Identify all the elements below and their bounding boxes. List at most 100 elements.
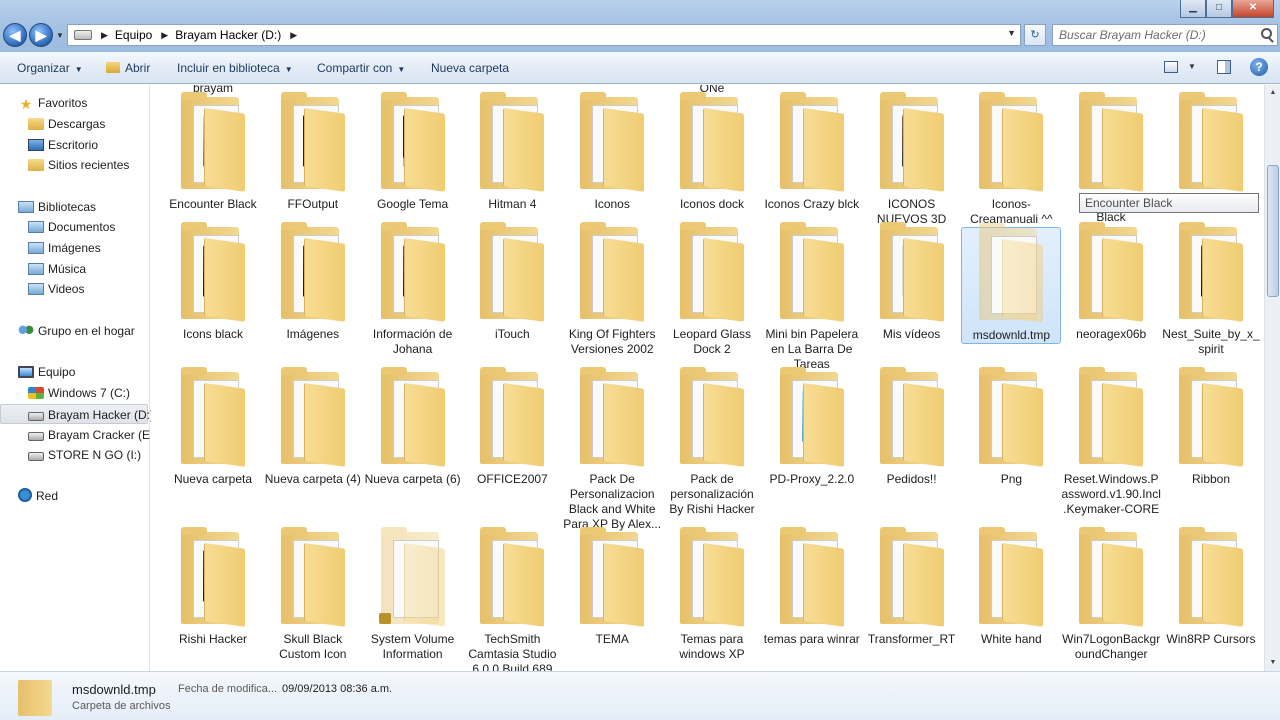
- folder-item[interactable]: Nest_Suite_by_x_spirit: [1161, 222, 1261, 357]
- nav-homegroup[interactable]: Grupo en el hogar: [18, 321, 135, 341]
- folder-item[interactable]: PD-Proxy_2.2.0: [762, 367, 862, 487]
- folder-label: Rishi Hacker: [178, 632, 247, 646]
- folder-item[interactable]: Reset.Windows.Password.v1.90.Incl.Keymak…: [1061, 367, 1161, 517]
- folder-icon: [680, 92, 744, 192]
- folder-item[interactable]: neoragex06b: [1061, 222, 1161, 342]
- nav-music[interactable]: Música: [28, 259, 86, 279]
- folder-item[interactable]: Encounter Black: [163, 92, 263, 212]
- close-button[interactable]: ✕: [1232, 0, 1274, 18]
- nav-drive-i[interactable]: STORE N GO (I:): [28, 445, 141, 465]
- folder-item[interactable]: Nueva carpeta (4): [263, 367, 363, 487]
- folder-item[interactable]: Iconos: [562, 92, 662, 212]
- folder-item[interactable]: Información de Johana: [363, 222, 463, 357]
- nav-videos[interactable]: Videos: [28, 279, 84, 299]
- folder-label: White hand: [981, 632, 1042, 646]
- folder-item[interactable]: Rishi Hacker: [163, 527, 263, 647]
- recent-pages-dropdown[interactable]: ▼: [56, 31, 64, 40]
- folder-icon: [280, 527, 345, 627]
- change-view-icon[interactable]: [1164, 61, 1178, 73]
- share-button[interactable]: Compartir con ▼: [317, 61, 405, 75]
- folder-item[interactable]: Pack De Personalizacion Black and White …: [562, 367, 662, 532]
- folder-icon: [979, 92, 1044, 192]
- folder-item[interactable]: White hand: [961, 527, 1061, 647]
- modified-label: Fecha de modifica...: [178, 683, 278, 695]
- vertical-scrollbar[interactable]: ▲ ▼: [1264, 85, 1280, 671]
- folder-item[interactable]: FFOutput: [263, 92, 363, 212]
- nav-favorites[interactable]: ★ Favoritos: [18, 93, 88, 113]
- forward-button[interactable]: ▶: [29, 23, 53, 47]
- folder-item[interactable]: Png: [961, 367, 1061, 487]
- breadcrumb-computer[interactable]: Equipo: [115, 28, 152, 42]
- folder-item[interactable]: King Of Fighters Versiones 2002: [562, 222, 662, 357]
- scroll-up-icon[interactable]: ▲: [1266, 85, 1280, 101]
- folder-item[interactable]: Ribbon: [1161, 367, 1261, 487]
- nav-network[interactable]: Red: [18, 486, 58, 506]
- folder-item[interactable]: Win7LogonBackgroundChanger: [1061, 527, 1161, 662]
- new-folder-button[interactable]: Nueva carpeta: [431, 61, 509, 75]
- search-icon[interactable]: [1261, 28, 1272, 39]
- folder-item[interactable]: msdownld.tmp: [961, 223, 1062, 344]
- folder-item[interactable]: Pedidos!!: [862, 367, 962, 487]
- network-icon: [18, 488, 32, 502]
- chevron-right-icon[interactable]: ▶: [161, 30, 168, 41]
- chevron-right-icon[interactable]: ▶: [290, 30, 297, 41]
- folder-item[interactable]: Pack de personalización By Rishi Hacker: [662, 367, 762, 517]
- organize-button[interactable]: Organizar ▼: [17, 61, 83, 75]
- folder-icon: [181, 527, 245, 627]
- refresh-button[interactable]: ↻: [1024, 24, 1046, 46]
- folder-item[interactable]: Skull Black Custom Icon: [263, 527, 363, 662]
- maximize-button[interactable]: □: [1206, 0, 1232, 18]
- folder-label: Hitman 4: [488, 197, 537, 211]
- folder-item[interactable]: Hitman 4: [462, 92, 562, 212]
- nav-drive-e[interactable]: Brayam Cracker (E:): [28, 425, 157, 445]
- folder-item[interactable]: Transformer_RT: [862, 527, 962, 647]
- scroll-down-icon[interactable]: ▼: [1266, 655, 1280, 671]
- folder-item[interactable]: Mis vídeos: [862, 222, 962, 342]
- folder-item[interactable]: TechSmith Camtasia Studio 6.0.0 Build 68…: [462, 527, 562, 671]
- folder-item[interactable]: Imágenes: [263, 222, 363, 342]
- nav-downloads[interactable]: Descargas: [28, 114, 105, 134]
- chevron-right-icon[interactable]: ▶: [101, 30, 108, 41]
- nav-images[interactable]: Imágenes: [28, 238, 101, 258]
- folder-item[interactable]: TEMA: [562, 527, 662, 647]
- address-dropdown-icon[interactable]: ▼: [1007, 28, 1016, 38]
- folder-item[interactable]: iTouch: [462, 222, 562, 342]
- scrollbar-thumb[interactable]: [1267, 165, 1279, 297]
- folder-item[interactable]: Iconos dock: [662, 92, 762, 212]
- nav-recent[interactable]: Sitios recientes: [28, 155, 129, 175]
- view-dropdown-icon[interactable]: ▼: [1188, 62, 1196, 71]
- nav-drive-c[interactable]: Windows 7 (C:): [28, 383, 130, 403]
- folder-icon: [480, 527, 545, 627]
- folder-item[interactable]: Nueva carpeta: [163, 367, 263, 487]
- open-button[interactable]: Abrir: [106, 61, 150, 75]
- folder-item[interactable]: temas para winrar: [762, 527, 862, 647]
- folder-label: OFFICE2007: [477, 472, 548, 486]
- minimize-button[interactable]: ▁: [1180, 0, 1206, 18]
- nav-documents[interactable]: Documentos: [28, 217, 115, 237]
- folder-item[interactable]: Icons black: [163, 222, 263, 342]
- folder-item[interactable]: Nueva carpeta (6): [363, 367, 463, 487]
- address-bar[interactable]: ▶ Equipo ▶ Brayam Hacker (D:) ▶ ▼: [67, 24, 1021, 46]
- help-icon[interactable]: ?: [1250, 58, 1268, 76]
- folder-item[interactable]: Win8RP Cursors: [1161, 527, 1261, 647]
- folder-item[interactable]: OFFICE2007: [462, 367, 562, 487]
- nav-computer[interactable]: Equipo: [18, 362, 75, 382]
- folder-item[interactable]: ICONOS NUEVOS 3D: [862, 92, 962, 227]
- include-library-button[interactable]: Incluir en biblioteca ▼: [177, 61, 293, 75]
- breadcrumb-drive[interactable]: Brayam Hacker (D:): [175, 28, 281, 42]
- folder-item[interactable]: Temas para windows XP: [662, 527, 762, 662]
- folder-item[interactable]: Mini bin Papelera en La Barra De Tareas: [762, 222, 862, 372]
- folder-item[interactable]: Google Tema: [363, 92, 463, 212]
- open-folder-icon: [106, 62, 120, 73]
- folder-item[interactable]: Iconos Crazy blck: [762, 92, 862, 212]
- folder-item[interactable]: System Volume Information: [363, 527, 463, 662]
- folder-item[interactable]: Leopard Glass Dock 2: [662, 222, 762, 357]
- nav-desktop[interactable]: Escritorio: [28, 135, 98, 155]
- nav-drive-d[interactable]: Brayam Hacker (D:): [0, 404, 154, 424]
- preview-pane-icon[interactable]: [1217, 60, 1231, 74]
- back-button[interactable]: ◀: [3, 23, 27, 47]
- search-input[interactable]: Buscar Brayam Hacker (D:): [1052, 24, 1278, 46]
- folder-item[interactable]: Iconos-Creamanuali ^^: [961, 92, 1061, 227]
- nav-libraries[interactable]: Bibliotecas: [18, 197, 96, 217]
- folder-item[interactable]: [1061, 92, 1161, 197]
